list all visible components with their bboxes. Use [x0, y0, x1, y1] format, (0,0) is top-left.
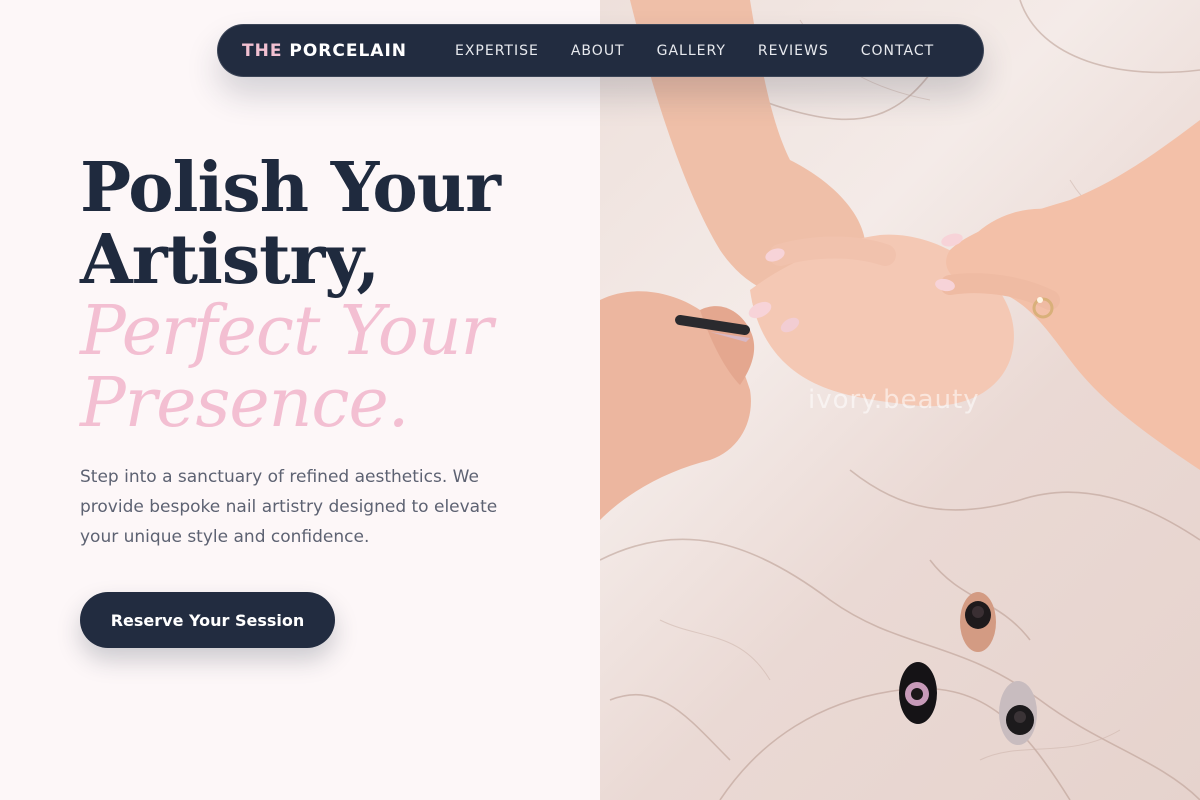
brand-prefix: THE — [242, 40, 283, 61]
image-watermark: ivory.beauty — [808, 385, 980, 415]
headline-line-2: Artistry, — [80, 220, 380, 300]
hero-headline: Polish Your Artistry, Perfect Your Prese… — [80, 152, 600, 440]
headline-line-1: Polish Your — [80, 148, 501, 228]
headline-accent-line-2: Presence. — [80, 364, 409, 443]
nav-link-about[interactable]: ABOUT — [571, 43, 625, 59]
brand-name: PORCELAIN — [289, 40, 407, 61]
nav-link-gallery[interactable]: GALLERY — [657, 43, 726, 59]
reserve-session-button[interactable]: Reserve Your Session — [80, 592, 335, 648]
hero-description: Step into a sanctuary of refined aesthet… — [80, 467, 498, 547]
nav-link-contact[interactable]: CONTACT — [861, 43, 934, 59]
nav-links: EXPERTISE ABOUT GALLERY REVIEWS CONTACT — [455, 43, 934, 59]
nav-link-expertise[interactable]: EXPERTISE — [455, 43, 539, 59]
headline-accent-line-1: Perfect Your — [80, 292, 493, 371]
nav-link-reviews[interactable]: REVIEWS — [758, 43, 829, 59]
top-navigation-bar: THE PORCELAIN EXPERTISE ABOUT GALLERY RE… — [217, 24, 984, 77]
brand-logo[interactable]: THE PORCELAIN — [242, 41, 407, 61]
